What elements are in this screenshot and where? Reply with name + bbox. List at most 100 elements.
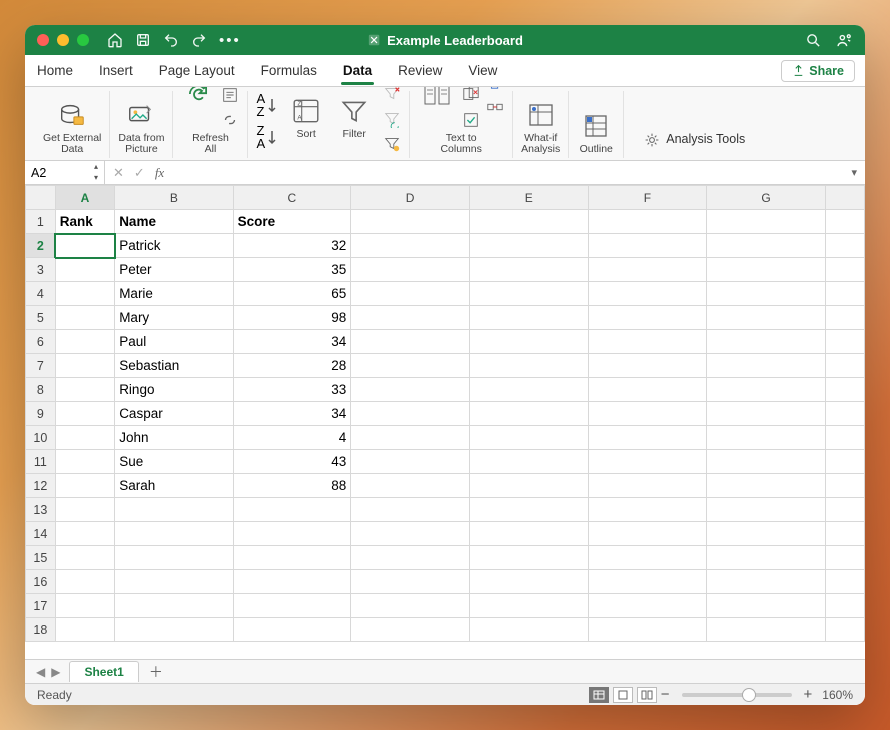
cell-B9[interactable]: Caspar xyxy=(115,402,233,426)
cell-B10[interactable]: John xyxy=(115,426,233,450)
sort-button[interactable]: ZA Sort xyxy=(287,94,325,143)
cell-D13[interactable] xyxy=(351,498,470,522)
row-header-2[interactable]: 2 xyxy=(26,234,56,258)
cell-D9[interactable] xyxy=(351,402,470,426)
cell-E4[interactable] xyxy=(469,282,588,306)
cell-E10[interactable] xyxy=(469,426,588,450)
tab-insert[interactable]: Insert xyxy=(97,57,135,84)
cell-C7[interactable]: 28 xyxy=(233,354,351,378)
chevron-up-icon[interactable]: ▴ xyxy=(90,162,102,173)
sort-desc-icon[interactable]: ZA xyxy=(256,124,277,150)
cell-G18[interactable] xyxy=(707,618,826,642)
undo-icon[interactable] xyxy=(163,32,179,48)
cell-D15[interactable] xyxy=(351,546,470,570)
row-header-14[interactable]: 14 xyxy=(26,522,56,546)
zoom-slider[interactable] xyxy=(682,693,792,697)
cell-D8[interactable] xyxy=(351,378,470,402)
cell-G10[interactable] xyxy=(707,426,826,450)
cell-C16[interactable] xyxy=(233,570,351,594)
filter-button[interactable]: Filter xyxy=(335,94,373,143)
row-header-1[interactable]: 1 xyxy=(26,210,56,234)
cell-D4[interactable] xyxy=(351,282,470,306)
cell-F14[interactable] xyxy=(588,522,707,546)
cell-D1[interactable] xyxy=(351,210,470,234)
cell-D10[interactable] xyxy=(351,426,470,450)
cell-C1[interactable]: Score xyxy=(233,210,351,234)
cell-A8[interactable] xyxy=(55,378,114,402)
cancel-icon[interactable]: ✕ xyxy=(113,165,124,181)
cell-E5[interactable] xyxy=(469,306,588,330)
cell-E7[interactable] xyxy=(469,354,588,378)
tab-data[interactable]: Data xyxy=(341,57,374,84)
save-icon[interactable] xyxy=(135,32,151,48)
cell-F4[interactable] xyxy=(588,282,707,306)
cell-D7[interactable] xyxy=(351,354,470,378)
row-header-13[interactable]: 13 xyxy=(26,498,56,522)
redo-icon[interactable] xyxy=(191,32,207,48)
tab-formulas[interactable]: Formulas xyxy=(259,57,319,84)
cell-E13[interactable] xyxy=(469,498,588,522)
cell-F11[interactable] xyxy=(588,450,707,474)
cell-F1[interactable] xyxy=(588,210,707,234)
cell-E17[interactable] xyxy=(469,594,588,618)
cell-C2[interactable]: 32 xyxy=(233,234,351,258)
row-header-11[interactable]: 11 xyxy=(26,450,56,474)
cell-E2[interactable] xyxy=(469,234,588,258)
cell-G13[interactable] xyxy=(707,498,826,522)
cell-G7[interactable] xyxy=(707,354,826,378)
row-header-6[interactable]: 6 xyxy=(26,330,56,354)
cell-F16[interactable] xyxy=(588,570,707,594)
cell-A2[interactable] xyxy=(55,234,114,258)
cell-E18[interactable] xyxy=(469,618,588,642)
cell-G15[interactable] xyxy=(707,546,826,570)
row-header-12[interactable]: 12 xyxy=(26,474,56,498)
cell-B2[interactable]: Patrick xyxy=(115,234,233,258)
cell-A9[interactable] xyxy=(55,402,114,426)
column-header-F[interactable]: F xyxy=(588,186,707,210)
row-header-15[interactable]: 15 xyxy=(26,546,56,570)
outline-button[interactable] xyxy=(577,109,615,143)
cell-C13[interactable] xyxy=(233,498,351,522)
cell-E15[interactable] xyxy=(469,546,588,570)
share-workspace-icon[interactable] xyxy=(836,32,853,49)
cell-C9[interactable]: 34 xyxy=(233,402,351,426)
cell-G6[interactable] xyxy=(707,330,826,354)
confirm-icon[interactable]: ✓ xyxy=(134,165,145,181)
cell-E14[interactable] xyxy=(469,522,588,546)
cell-F10[interactable] xyxy=(588,426,707,450)
minimize-button[interactable] xyxy=(57,34,69,46)
data-from-picture-button[interactable] xyxy=(122,98,160,132)
cell-G12[interactable] xyxy=(707,474,826,498)
home-icon[interactable] xyxy=(107,32,123,48)
maximize-button[interactable] xyxy=(77,34,89,46)
cell-A1[interactable]: Rank xyxy=(55,210,114,234)
cell-D6[interactable] xyxy=(351,330,470,354)
row-header-16[interactable]: 16 xyxy=(26,570,56,594)
cell-G9[interactable] xyxy=(707,402,826,426)
zoom-out-button[interactable]: − xyxy=(657,686,674,703)
chevron-down-icon[interactable]: ▾ xyxy=(90,173,102,184)
cell-D17[interactable] xyxy=(351,594,470,618)
cell-A7[interactable] xyxy=(55,354,114,378)
cell-F8[interactable] xyxy=(588,378,707,402)
column-header-D[interactable]: D xyxy=(351,186,470,210)
reapply-filter-icon[interactable] xyxy=(383,110,401,131)
tab-view[interactable]: View xyxy=(466,57,499,84)
cell-E6[interactable] xyxy=(469,330,588,354)
row-header-3[interactable]: 3 xyxy=(26,258,56,282)
row-header-18[interactable]: 18 xyxy=(26,618,56,642)
name-box[interactable]: A2 ▴▾ xyxy=(25,161,105,184)
cell-G8[interactable] xyxy=(707,378,826,402)
cell-C3[interactable]: 35 xyxy=(233,258,351,282)
cell-F12[interactable] xyxy=(588,474,707,498)
cell-F15[interactable] xyxy=(588,546,707,570)
cell-B17[interactable] xyxy=(115,594,233,618)
share-button[interactable]: Share xyxy=(781,60,855,82)
cell-E8[interactable] xyxy=(469,378,588,402)
remove-duplicates-icon[interactable] xyxy=(462,85,480,106)
cell-A15[interactable] xyxy=(55,546,114,570)
sheet-nav-next[interactable]: ▶ xyxy=(48,665,63,679)
cell-A5[interactable] xyxy=(55,306,114,330)
tab-review[interactable]: Review xyxy=(396,57,444,84)
page-break-view-button[interactable] xyxy=(637,687,657,703)
